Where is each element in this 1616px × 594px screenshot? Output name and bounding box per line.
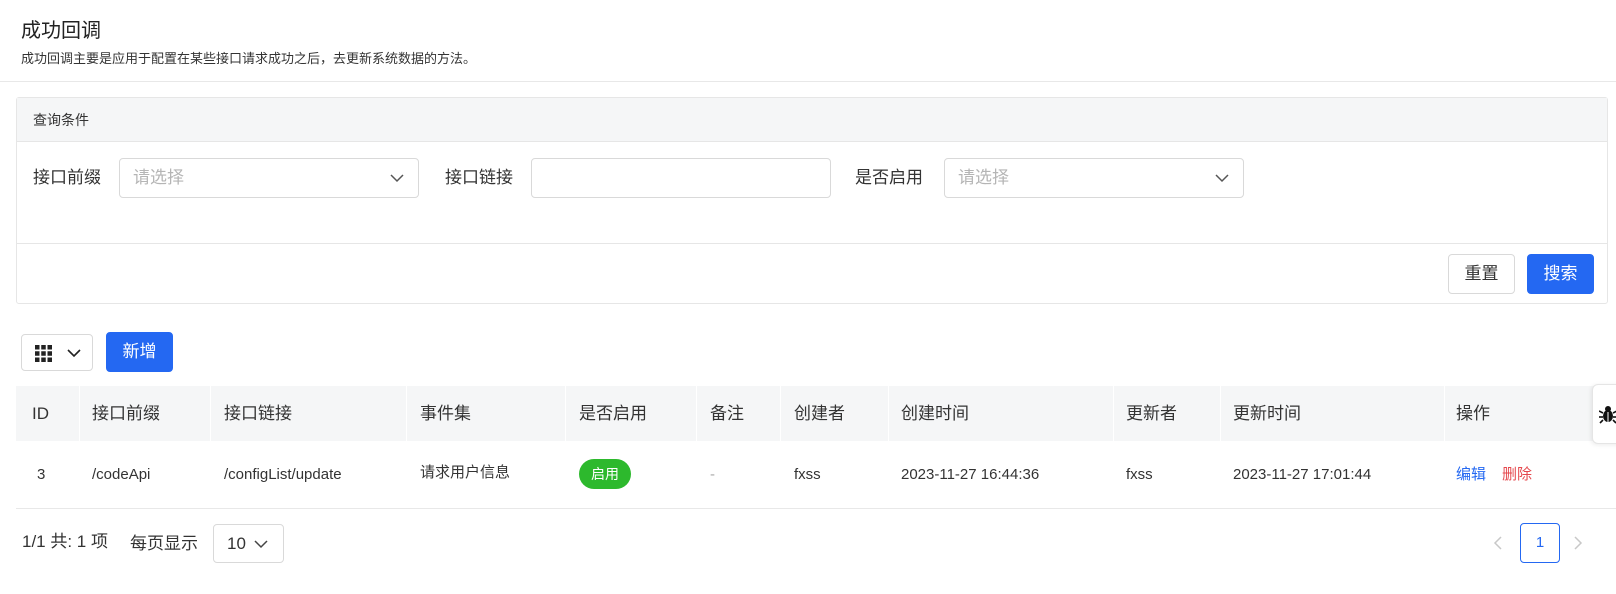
query-panel: 查询条件 接口前缀 请选择 接口链接 是否启用 请选择 重置 搜索 bbox=[16, 97, 1608, 304]
column-divider bbox=[1113, 386, 1114, 441]
column-divider bbox=[79, 386, 80, 441]
search-button[interactable]: 搜索 bbox=[1527, 254, 1594, 294]
page-size-select[interactable]: 10 bbox=[213, 524, 284, 563]
chevron-right-icon[interactable] bbox=[1570, 532, 1586, 554]
column-divider bbox=[888, 386, 889, 441]
page-size-label: 每页显示 bbox=[130, 534, 198, 553]
bug-icon bbox=[1599, 406, 1616, 424]
page-header: 成功回调 成功回调主要是应用于配置在某些接口请求成功之后，去更新系统数据的方法。 bbox=[0, 0, 1616, 82]
debug-side-tab[interactable] bbox=[1592, 384, 1616, 444]
column-divider bbox=[780, 386, 781, 441]
enabled-select[interactable]: 请选择 bbox=[944, 158, 1244, 198]
cell-creator: fxss bbox=[794, 466, 821, 483]
chevron-down-icon bbox=[67, 349, 81, 358]
column-header-id: ID bbox=[32, 404, 49, 423]
pagination-summary: 1/1 共: 1 项 bbox=[22, 532, 108, 551]
prefix-select-placeholder: 请选择 bbox=[133, 168, 184, 187]
column-header-remark: 备注 bbox=[710, 404, 744, 423]
page-size-value: 10 bbox=[227, 534, 246, 553]
column-header-creator: 创建者 bbox=[794, 404, 845, 423]
delete-link[interactable]: 删除 bbox=[1502, 441, 1532, 509]
cell-id: 3 bbox=[37, 466, 46, 483]
column-settings-dropdown[interactable] bbox=[21, 334, 93, 371]
add-button[interactable]: 新增 bbox=[106, 332, 173, 372]
enabled-select-placeholder: 请选择 bbox=[958, 168, 1009, 187]
column-divider bbox=[210, 386, 211, 441]
pagination-page-1[interactable]: 1 bbox=[1520, 523, 1560, 563]
prefix-select[interactable]: 请选择 bbox=[119, 158, 419, 198]
cell-created-at: 2023-11-27 16:44:36 bbox=[901, 466, 1040, 483]
page-description: 成功回调主要是应用于配置在某些接口请求成功之后，去更新系统数据的方法。 bbox=[21, 51, 477, 66]
reset-button[interactable]: 重置 bbox=[1448, 254, 1515, 294]
enabled-label: 是否启用 bbox=[855, 168, 923, 187]
cell-events: 请求用户信息 bbox=[420, 464, 511, 481]
link-label: 接口链接 bbox=[445, 168, 513, 187]
column-header-actions: 操作 bbox=[1456, 404, 1490, 423]
link-input[interactable] bbox=[532, 159, 830, 197]
column-divider bbox=[696, 386, 697, 441]
link-input-wrapper bbox=[531, 158, 831, 198]
column-header-updater: 更新者 bbox=[1126, 404, 1177, 423]
column-header-enabled: 是否启用 bbox=[579, 404, 647, 423]
column-divider bbox=[406, 386, 407, 441]
query-form-row: 接口前缀 请选择 接口链接 是否启用 请选择 bbox=[17, 158, 1607, 198]
cell-updated-at: 2023-11-27 17:01:44 bbox=[1233, 466, 1372, 483]
status-badge: 启用 bbox=[579, 459, 631, 489]
table-row: 3 /codeApi /configList/update 请求用户信息 启用 … bbox=[16, 441, 1616, 509]
page-title: 成功回调 bbox=[21, 20, 101, 42]
chevron-down-icon bbox=[254, 540, 268, 549]
grid-icon bbox=[35, 345, 52, 362]
cell-prefix: /codeApi bbox=[92, 466, 151, 483]
column-header-events: 事件集 bbox=[420, 404, 471, 423]
column-header-created-at: 创建时间 bbox=[901, 404, 969, 423]
cell-link: /configList/update bbox=[224, 466, 342, 483]
prefix-label: 接口前缀 bbox=[33, 168, 101, 187]
column-divider bbox=[1220, 386, 1221, 441]
edit-link[interactable]: 编辑 bbox=[1456, 441, 1486, 509]
cell-updater: fxss bbox=[1126, 466, 1153, 483]
cell-remark: - bbox=[710, 466, 715, 483]
column-header-prefix: 接口前缀 bbox=[92, 404, 160, 423]
data-table: ID 接口前缀 接口链接 事件集 是否启用 备注 创建者 创建时间 更新者 更新… bbox=[16, 386, 1616, 509]
column-header-link: 接口链接 bbox=[224, 404, 292, 423]
column-header-updated-at: 更新时间 bbox=[1233, 404, 1301, 423]
chevron-left-icon[interactable] bbox=[1490, 532, 1506, 554]
column-divider bbox=[1444, 386, 1445, 441]
chevron-down-icon bbox=[390, 174, 404, 183]
query-footer: 重置 搜索 bbox=[17, 243, 1607, 304]
column-divider bbox=[565, 386, 566, 441]
chevron-down-icon bbox=[1215, 174, 1229, 183]
query-panel-title: 查询条件 bbox=[17, 98, 1607, 142]
table-header: ID 接口前缀 接口链接 事件集 是否启用 备注 创建者 创建时间 更新者 更新… bbox=[16, 386, 1616, 441]
